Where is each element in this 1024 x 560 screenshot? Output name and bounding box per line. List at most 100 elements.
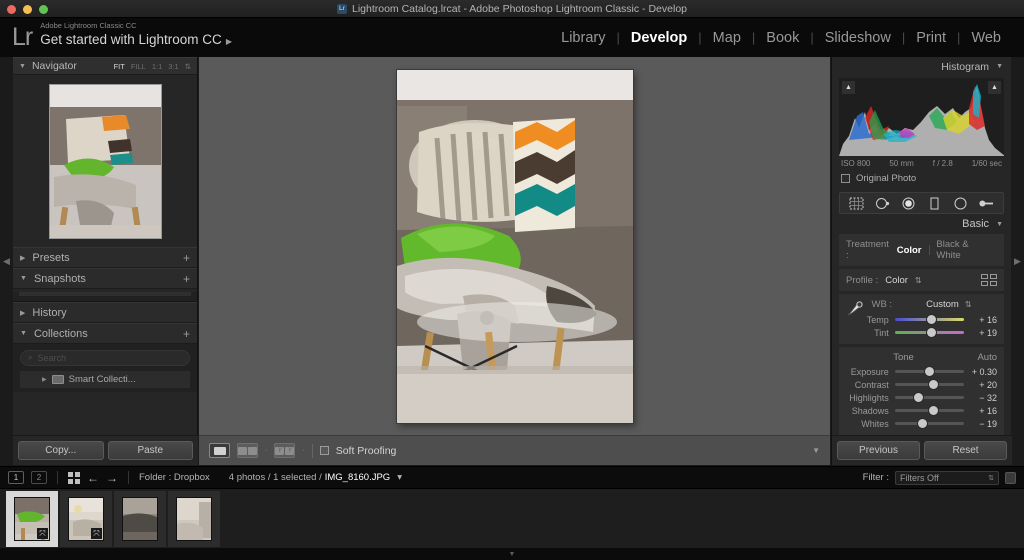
- slider-track-contrast[interactable]: [894, 380, 964, 389]
- slider-value-exposure[interactable]: + 0.30: [964, 367, 997, 377]
- slider-knob-tint[interactable]: [926, 328, 936, 337]
- spot-removal-icon[interactable]: [874, 195, 892, 211]
- navigator-zoom-1-1[interactable]: 1:1: [152, 62, 162, 71]
- slider-value-shadows[interactable]: + 16: [964, 406, 997, 416]
- slider-value-highlights[interactable]: − 32: [964, 393, 997, 403]
- filmstrip-thumbnail[interactable]: [168, 490, 220, 547]
- thumb-4[interactable]: [176, 496, 212, 541]
- before-after-topbottom-button[interactable]: YY: [274, 443, 296, 458]
- previous-button[interactable]: Previous: [837, 441, 920, 460]
- navigator-zoom-levels[interactable]: FIT FILL 1:1 3:1 ⇅: [114, 62, 191, 71]
- loupe-view[interactable]: [199, 57, 830, 435]
- right-panel-toggle[interactable]: ▶: [1011, 57, 1024, 465]
- navigator-zoom-3-1[interactable]: 3:1: [168, 62, 178, 71]
- section-disclosure-icon[interactable]: ▼: [20, 275, 27, 282]
- module-print[interactable]: Print: [905, 28, 957, 48]
- section-add-icon[interactable]: +: [183, 251, 190, 265]
- identity-plate[interactable]: Lr Adobe Lightroom Classic CC Get starte…: [12, 21, 232, 51]
- slider-highlights[interactable]: Highlights − 32: [846, 391, 997, 404]
- filter-lock-icon[interactable]: [1005, 471, 1016, 484]
- second-window-button[interactable]: 2: [31, 471, 47, 484]
- navigator-zoom-fit[interactable]: FIT: [114, 62, 125, 71]
- filmstrip[interactable]: ⤧ ⤧: [0, 488, 1024, 548]
- original-photo-row[interactable]: Original Photo: [832, 168, 1011, 184]
- navigator-preview[interactable]: [13, 75, 197, 247]
- histogram-disclosure-icon[interactable]: ▼: [996, 63, 1003, 70]
- forward-arrow-icon[interactable]: →: [106, 471, 118, 485]
- soft-proofing-checkbox[interactable]: [319, 446, 329, 455]
- source-label[interactable]: Folder : Dropbox: [139, 472, 210, 483]
- section-add-icon[interactable]: +: [183, 272, 190, 286]
- slider-knob-exposure[interactable]: [925, 367, 935, 376]
- graduated-filter-icon[interactable]: [925, 195, 943, 211]
- slider-knob-temp[interactable]: [926, 315, 936, 324]
- slider-exposure[interactable]: Exposure + 0.30: [846, 365, 997, 378]
- treatment-color-option[interactable]: Color: [890, 245, 929, 256]
- slider-shadows[interactable]: Shadows + 16: [846, 404, 997, 417]
- thumb-3[interactable]: [122, 496, 158, 541]
- white-balance-selector-icon[interactable]: [845, 298, 865, 323]
- slider-contrast[interactable]: Contrast + 20: [846, 378, 997, 391]
- thumb-1[interactable]: ⤧: [14, 496, 50, 541]
- collections-search-input[interactable]: ⌕ Search: [20, 350, 190, 366]
- section-disclosure-icon[interactable]: ▶: [20, 254, 25, 262]
- toolbar-options-caret-icon[interactable]: ▼: [812, 446, 820, 455]
- filename-caret-icon[interactable]: ▾: [397, 472, 402, 483]
- slider-knob-highlights[interactable]: [914, 393, 924, 402]
- filmstrip-thumbnail[interactable]: ⤧: [60, 490, 112, 547]
- main-window-button[interactable]: 1: [8, 471, 24, 484]
- filmstrip-thumbnail[interactable]: ⤧: [6, 490, 58, 547]
- thumb-2[interactable]: ⤧: [68, 496, 104, 541]
- slider-track-highlights[interactable]: [894, 393, 964, 402]
- module-book[interactable]: Book: [755, 28, 810, 48]
- current-filename[interactable]: IMG_8160.JPG: [325, 472, 390, 483]
- module-slideshow[interactable]: Slideshow: [814, 28, 902, 48]
- module-develop[interactable]: Develop: [620, 28, 698, 48]
- wb-value[interactable]: Custom: [926, 299, 959, 310]
- module-web[interactable]: Web: [960, 28, 1012, 48]
- filmstrip-thumbnail[interactable]: [114, 490, 166, 547]
- filter-dropdown[interactable]: Filters Off ⇅: [895, 470, 999, 485]
- left-panel-toggle[interactable]: ◀: [0, 57, 13, 465]
- adjustment-brush-icon[interactable]: [977, 195, 995, 211]
- slider-value-whites[interactable]: − 19: [964, 419, 997, 429]
- section-disclosure-icon[interactable]: ▼: [20, 330, 27, 337]
- profile-stepper-icon[interactable]: ⇅: [915, 276, 922, 285]
- slider-whites[interactable]: Whites − 19: [846, 417, 997, 430]
- navigator-thumbnail[interactable]: [48, 83, 162, 239]
- slider-value-tint[interactable]: + 19: [964, 328, 997, 338]
- histogram-graph[interactable]: ▲ ▲: [839, 78, 1004, 156]
- module-library[interactable]: Library: [550, 28, 616, 48]
- treatment-bw-option[interactable]: Black & White: [929, 239, 997, 261]
- profile-browser-icon[interactable]: [981, 274, 997, 286]
- navigator-disclosure-icon[interactable]: ▼: [19, 63, 26, 70]
- basic-disclosure-icon[interactable]: ▼: [996, 221, 1003, 228]
- slider-value-contrast[interactable]: + 20: [964, 380, 997, 390]
- crop-overlay-icon[interactable]: [848, 195, 866, 211]
- section-history[interactable]: ▶ History: [13, 302, 197, 323]
- paste-button[interactable]: Paste: [107, 441, 193, 460]
- profile-value[interactable]: Color: [885, 275, 908, 286]
- slider-knob-contrast[interactable]: [929, 380, 939, 389]
- radial-filter-icon[interactable]: [951, 195, 969, 211]
- wb-stepper-icon[interactable]: ⇅: [965, 300, 972, 309]
- slider-knob-whites[interactable]: [918, 419, 928, 428]
- collection-disclosure-icon[interactable]: ▶: [42, 376, 47, 383]
- back-arrow-icon[interactable]: ←: [87, 471, 99, 485]
- loupe-view-button[interactable]: [209, 443, 230, 458]
- before-after-lr-button[interactable]: [237, 443, 258, 458]
- copy-button[interactable]: Copy...: [18, 441, 104, 460]
- slider-knob-shadows[interactable]: [929, 406, 939, 415]
- original-photo-checkbox[interactable]: [841, 174, 850, 183]
- shadow-clipping-indicator[interactable]: ▲: [842, 81, 855, 94]
- red-eye-icon[interactable]: [900, 195, 918, 211]
- slider-value-temp[interactable]: + 16: [964, 315, 997, 325]
- slider-track-tint[interactable]: [894, 328, 964, 337]
- slider-track-shadows[interactable]: [894, 406, 964, 415]
- split-caret-icon[interactable]: ·: [302, 447, 304, 454]
- highlight-clipping-indicator[interactable]: ▲: [988, 81, 1001, 94]
- grid-view-icon[interactable]: [68, 471, 80, 484]
- slider-track-whites[interactable]: [894, 419, 964, 428]
- basic-panel-header[interactable]: Basic ▼: [832, 214, 1011, 234]
- reset-button[interactable]: Reset: [924, 441, 1007, 460]
